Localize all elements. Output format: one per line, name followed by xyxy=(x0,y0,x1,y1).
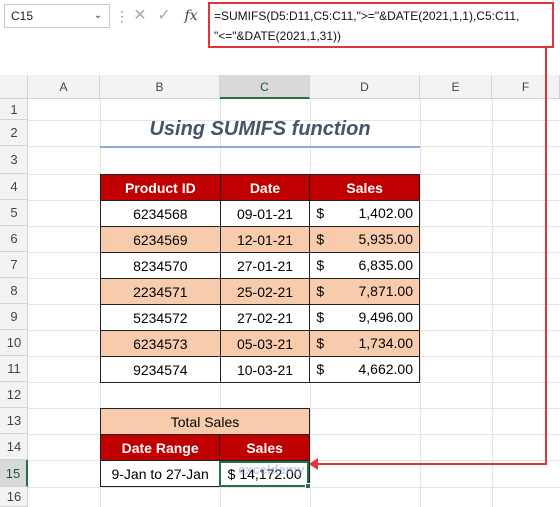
insert-function-icon[interactable]: fx xyxy=(181,6,201,26)
watermark-logo: exceldemy xyxy=(238,462,305,477)
gridline xyxy=(420,99,421,507)
cell-date[interactable]: 27-01-21 xyxy=(219,252,311,279)
callout-arrow-line xyxy=(545,48,547,465)
column-header-d[interactable]: D xyxy=(310,75,420,99)
sales-value: 5,935.00 xyxy=(358,231,414,247)
row-headers: 1 2 3 4 5 6 7 8 9 10 11 12 13 14 15 16 xyxy=(0,99,28,507)
cell-sales[interactable]: $7,871.00 xyxy=(309,278,420,305)
arrow-left-icon xyxy=(309,458,318,470)
row-header[interactable]: 5 xyxy=(0,200,28,226)
cell-date[interactable]: 09-01-21 xyxy=(219,200,311,227)
currency-symbol: $ xyxy=(316,205,325,221)
currency-symbol: $ xyxy=(316,257,325,273)
currency-symbol: $ xyxy=(316,335,325,351)
gridline xyxy=(28,487,560,488)
cell-sales[interactable]: $5,935.00 xyxy=(309,226,420,253)
currency-symbol: $ xyxy=(316,283,325,299)
row-header[interactable]: 9 xyxy=(0,304,28,330)
summary-title[interactable]: Total Sales xyxy=(100,408,310,435)
row-header-selected[interactable]: 15 xyxy=(0,460,28,487)
row-header[interactable]: 13 xyxy=(0,408,28,434)
header-sales[interactable]: Sales xyxy=(219,434,310,461)
title-underline xyxy=(100,146,420,148)
sales-value: 7,871.00 xyxy=(358,283,414,299)
cancel-icon[interactable]: ✕ xyxy=(131,6,149,26)
sales-value: 6,835.00 xyxy=(358,257,414,273)
cell-date[interactable]: 12-01-21 xyxy=(219,226,311,253)
row-header[interactable]: 11 xyxy=(0,356,28,382)
cell-product-id[interactable]: 8234570 xyxy=(100,252,221,279)
table-row: 6234569 12-01-21 $5,935.00 xyxy=(100,226,420,253)
select-all-corner[interactable] xyxy=(0,75,28,99)
sales-value: 9,496.00 xyxy=(358,309,414,325)
table-row: 9234574 10-03-21 $4,662.00 xyxy=(100,356,420,383)
header-date-range[interactable]: Date Range xyxy=(99,434,221,461)
chevron-down-icon[interactable]: ⌄ xyxy=(88,4,108,28)
cell-sales[interactable]: $4,662.00 xyxy=(309,356,420,383)
cell-product-id[interactable]: 6234573 xyxy=(100,330,221,357)
sheet-title: Using SUMIFS function xyxy=(149,118,371,140)
sales-value: 1,402.00 xyxy=(358,205,414,221)
row-header[interactable]: 4 xyxy=(0,174,28,200)
table-row: 5234572 27-02-21 $9,496.00 xyxy=(100,304,420,331)
cell-product-id[interactable]: 6234568 xyxy=(100,200,221,227)
cell-date-range[interactable]: 9-Jan to 27-Jan xyxy=(99,460,221,487)
cell-date[interactable]: 27-02-21 xyxy=(219,304,311,331)
header-date[interactable]: Date xyxy=(219,174,311,201)
header-product-id[interactable]: Product ID xyxy=(100,174,221,201)
check-icon[interactable]: ✓ xyxy=(155,6,173,26)
sales-value: 1,734.00 xyxy=(358,335,414,351)
currency-symbol: $ xyxy=(316,361,325,377)
column-header-c[interactable]: C xyxy=(220,75,310,99)
row-header[interactable]: 2 xyxy=(0,120,28,146)
column-header-b[interactable]: B xyxy=(100,75,220,99)
more-vertical-icon: ⋮ xyxy=(115,8,129,24)
callout-arrow-line xyxy=(315,463,547,465)
table-row: 6234568 09-01-21 $1,402.00 xyxy=(100,200,420,227)
formula-highlight-box xyxy=(208,2,554,48)
cell-sales[interactable]: $1,402.00 xyxy=(309,200,420,227)
row-header[interactable]: 8 xyxy=(0,278,28,304)
header-sales[interactable]: Sales xyxy=(309,174,420,201)
row-header[interactable]: 6 xyxy=(0,226,28,252)
cell-date[interactable]: 10-03-21 xyxy=(219,356,311,383)
currency-symbol: $ xyxy=(316,309,325,325)
row-header[interactable]: 3 xyxy=(0,146,28,174)
row-header[interactable]: 10 xyxy=(0,330,28,356)
cell-sales[interactable]: $9,496.00 xyxy=(309,304,420,331)
gridline xyxy=(492,99,493,507)
column-headers: A B C D E F xyxy=(0,75,560,99)
cell-sales[interactable]: $6,835.00 xyxy=(309,252,420,279)
cell-product-id[interactable]: 5234572 xyxy=(100,304,221,331)
cell-product-id[interactable]: 6234569 xyxy=(100,226,221,253)
row-header[interactable]: 14 xyxy=(0,434,28,460)
row-header[interactable]: 16 xyxy=(0,487,28,507)
table-row: 6234573 05-03-21 $1,734.00 xyxy=(100,330,420,357)
table-row: 2234571 25-02-21 $7,871.00 xyxy=(100,278,420,305)
sales-value: 4,662.00 xyxy=(358,361,414,377)
row-header[interactable]: 1 xyxy=(0,99,28,120)
fill-handle[interactable] xyxy=(305,483,311,489)
row-header[interactable]: 12 xyxy=(0,382,28,408)
row-header[interactable]: 7 xyxy=(0,252,28,278)
sales-table: Product ID Date Sales 6234568 09-01-21 $… xyxy=(100,174,420,383)
currency-symbol: $ xyxy=(316,231,325,247)
cell-product-id[interactable]: 2234571 xyxy=(100,278,221,305)
cell-date[interactable]: 05-03-21 xyxy=(219,330,311,357)
table-row: 8234570 27-01-21 $6,835.00 xyxy=(100,252,420,279)
column-header-a[interactable]: A xyxy=(28,75,100,99)
column-header-e[interactable]: E xyxy=(420,75,492,99)
cell-date[interactable]: 25-02-21 xyxy=(219,278,311,305)
cell-sales[interactable]: $1,734.00 xyxy=(309,330,420,357)
column-header-f[interactable]: F xyxy=(492,75,560,99)
cell-product-id[interactable]: 9234574 xyxy=(100,356,221,383)
